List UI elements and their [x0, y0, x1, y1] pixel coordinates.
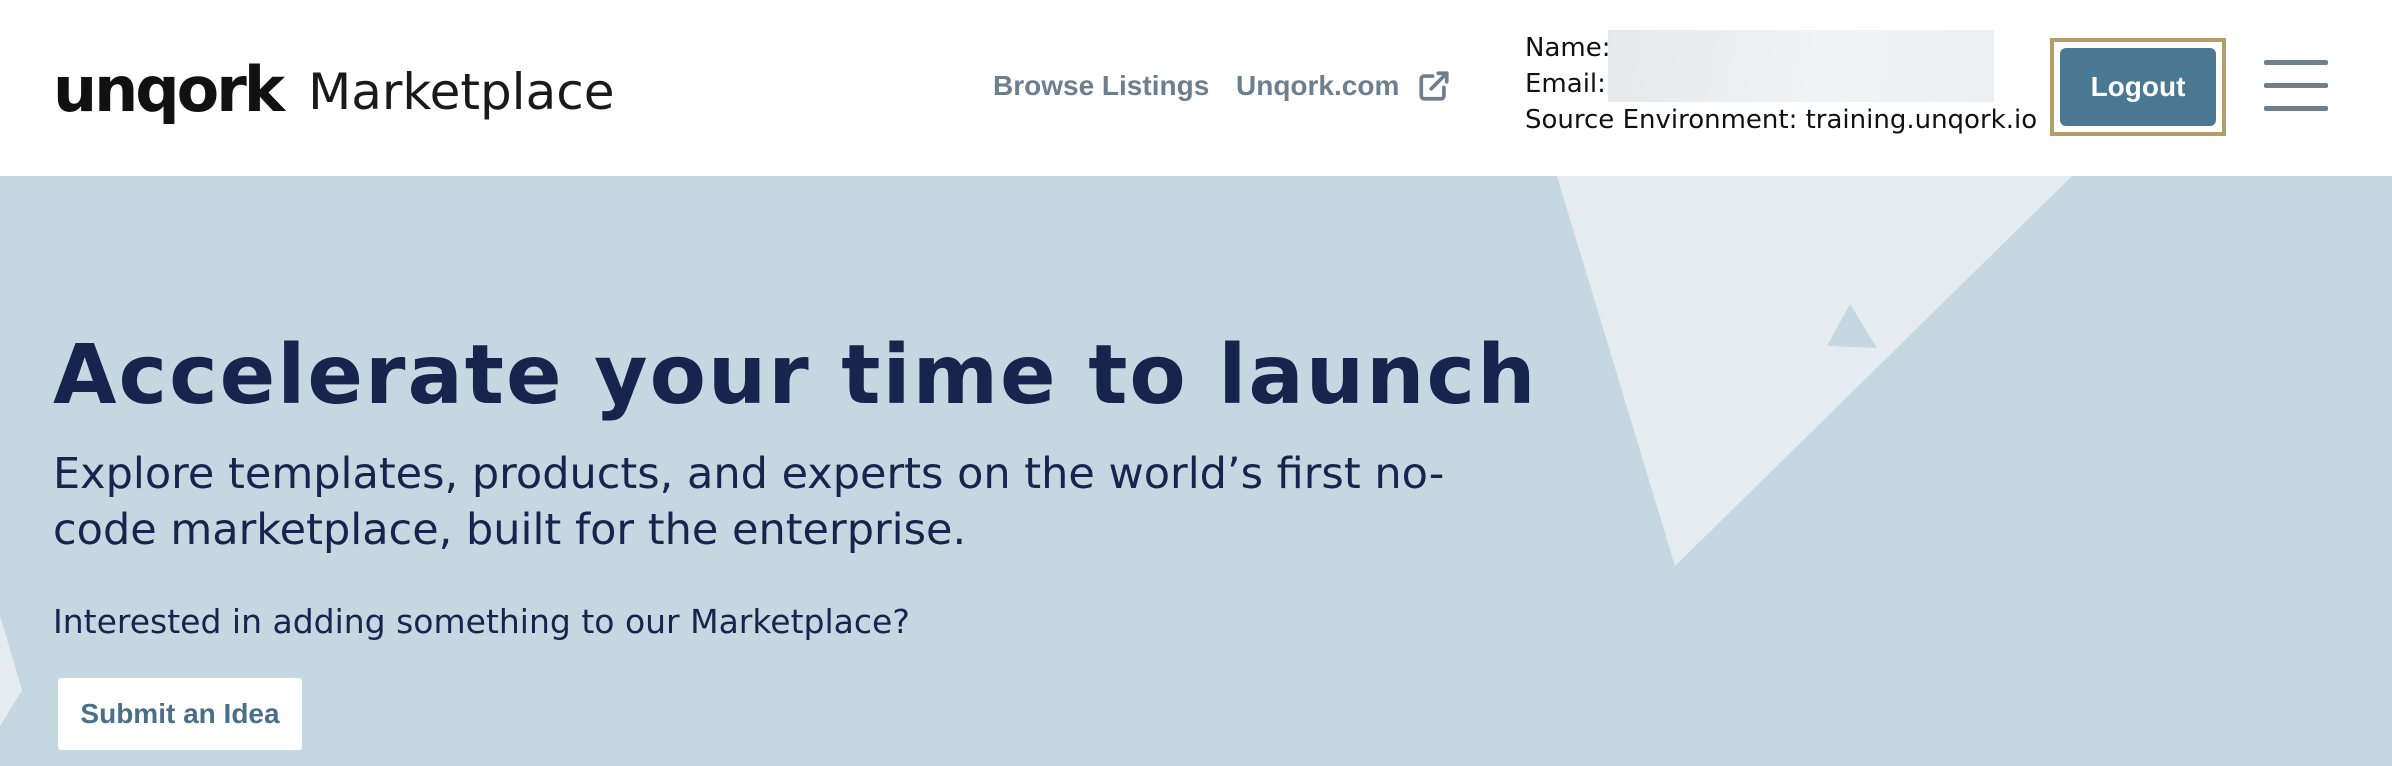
redacted-user-details: [1608, 30, 1994, 102]
left-edge-shape: [0, 616, 22, 726]
email-label: Email:: [1525, 69, 1606, 99]
hero-question: Interested in adding something to our Ma…: [53, 602, 910, 641]
name-label: Name:: [1525, 33, 1611, 63]
external-link-icon: [1419, 71, 1449, 101]
hamburger-bar: [2264, 83, 2328, 88]
hamburger-bar: [2264, 106, 2328, 111]
source-environment-text: Source Environment: training.unqork.io: [1525, 105, 2038, 135]
hero-subtitle: Explore templates, products, and experts…: [53, 449, 1445, 555]
dot-shape: [1846, 435, 1876, 465]
hamburger-bar: [2264, 60, 2328, 65]
submit-idea-button[interactable]: Submit an Idea: [58, 678, 302, 750]
browse-listings-link[interactable]: Browse Listings: [993, 68, 1209, 104]
unqork-com-label: Unqork.com: [1236, 70, 1400, 101]
brand-wordmark: unqork: [53, 53, 285, 126]
large-triangle-shape: [1557, 176, 2072, 566]
brand-subtitle: Marketplace: [308, 63, 615, 121]
hero-title: Accelerate your time to launch: [53, 328, 1538, 423]
user-info: Name: Email: Source Environment: trainin…: [1525, 30, 2037, 138]
brand-logo[interactable]: unqork Marketplace: [53, 40, 614, 140]
unqork-com-link[interactable]: Unqork.com: [1236, 68, 1451, 104]
source-environment-row: Source Environment: training.unqork.io: [1525, 102, 2037, 138]
site-header: unqork Marketplace Browse Listings Unqor…: [0, 0, 2392, 176]
diamond-shape: [1946, 374, 2010, 432]
logout-focus-outline: Logout: [2050, 38, 2226, 136]
logout-button[interactable]: Logout: [2060, 48, 2216, 126]
hero-section: Accelerate your time to launch Explore t…: [0, 176, 2392, 766]
hamburger-menu-icon[interactable]: [2264, 60, 2328, 112]
